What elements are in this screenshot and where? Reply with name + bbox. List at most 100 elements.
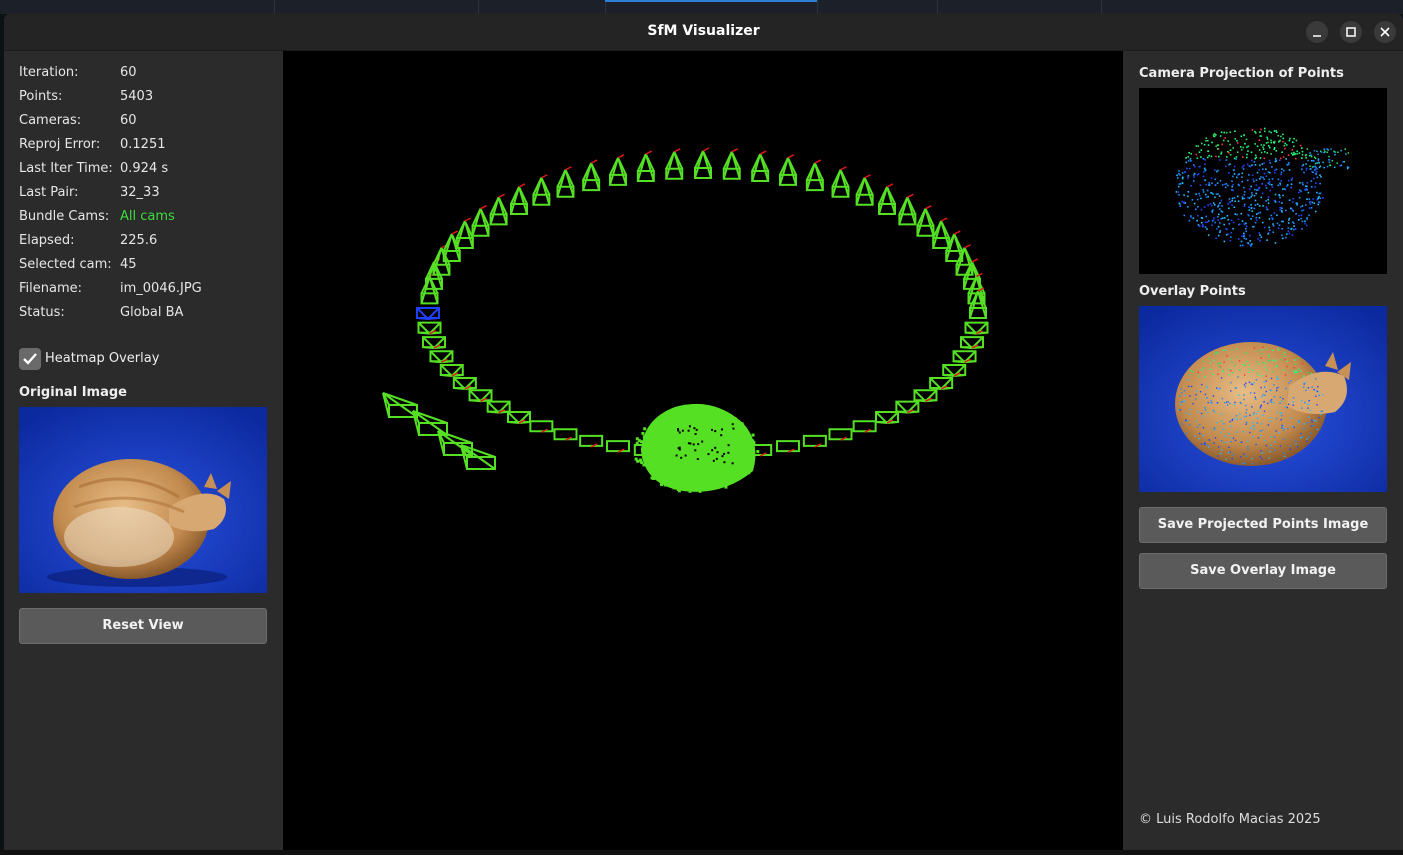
tab-divider [478, 0, 479, 14]
3d-scene [382, 147, 989, 493]
heatmap-checkbox[interactable] [19, 348, 41, 370]
stat-key: Selected cam: [19, 257, 112, 272]
close-button[interactable] [1374, 21, 1396, 43]
stat-key: Bundle Cams: [19, 209, 110, 224]
camera-frustum [382, 392, 418, 418]
camera-frustum [553, 428, 578, 441]
save-overlay-button[interactable]: Save Overlay Image [1139, 553, 1387, 589]
stat-value: 225.6 [120, 233, 158, 248]
projection-image [1139, 88, 1387, 274]
camera-frustum [437, 430, 473, 456]
close-icon [1380, 27, 1390, 37]
stat-value: 0.1251 [120, 137, 166, 152]
point-cloud [634, 403, 760, 493]
tab-divider [274, 0, 275, 14]
camera-frustum [489, 193, 508, 226]
camera-frustum [722, 148, 741, 180]
camera-frustum [878, 183, 897, 215]
check-icon [23, 353, 37, 365]
stat-key: Last Pair: [19, 185, 79, 200]
tab-divider [817, 0, 818, 14]
right-panel: Camera Projection of Points Overlay Poin… [1123, 51, 1403, 850]
camera-frustum [460, 444, 496, 470]
camera-frustum [606, 440, 631, 453]
camera-frustum [898, 193, 917, 226]
reset-view-button[interactable]: Reset View [19, 608, 267, 644]
camera-frustum [831, 166, 850, 198]
3d-viewport[interactable] [283, 51, 1123, 850]
camera-frustum [452, 377, 477, 390]
stat-value: 60 [120, 113, 137, 128]
camera-frustum [929, 377, 954, 390]
stat-key: Filename: [19, 281, 83, 296]
camera-frustum [579, 434, 604, 448]
tab-divider [605, 0, 606, 14]
camera-frustum [416, 307, 440, 320]
camera-frustum [582, 159, 601, 192]
maximize-button[interactable] [1340, 21, 1362, 43]
title-bar: SfM Visualizer [4, 13, 1403, 51]
overlay-title: Overlay Points [1139, 284, 1246, 299]
projection-title: Camera Projection of Points [1139, 66, 1344, 81]
copyright-text: © Luis Rodolfo Macias 2025 [1139, 812, 1321, 827]
stat-value: 32_33 [120, 185, 160, 200]
camera-frustum [855, 174, 874, 206]
camera-frustum [556, 166, 575, 198]
tab-divider [1101, 0, 1102, 14]
camera-frustum [665, 148, 684, 180]
camera-frustum [468, 389, 493, 403]
camera-frustum [417, 321, 442, 335]
stat-key: Elapsed: [19, 233, 75, 248]
stat-value: 45 [120, 257, 137, 272]
camera-frustum [778, 154, 797, 186]
stat-key: Status: [19, 305, 65, 320]
camera-frustum [455, 217, 474, 249]
camera-frustum [609, 154, 628, 186]
camera-frustum [532, 174, 551, 206]
camera-frustum [852, 420, 877, 433]
tab-divider [937, 0, 938, 14]
camera-frustum [636, 150, 655, 183]
background-strip [0, 850, 1403, 855]
camera-frustum [751, 150, 770, 183]
stat-key: Reproj Error: [19, 137, 101, 152]
camera-frustum [486, 400, 511, 414]
camera-frustum [916, 205, 935, 237]
background-taskbar [0, 0, 1403, 14]
active-tab-indicator [605, 0, 817, 2]
camera-frustum [828, 428, 853, 441]
camera-frustum [952, 350, 977, 364]
camera-frustum [422, 336, 447, 350]
stat-key: Last Iter Time: [19, 161, 113, 176]
camera-frustum [802, 434, 827, 448]
stat-key: Points: [19, 89, 63, 104]
save-projected-button[interactable]: Save Projected Points Image [1139, 507, 1387, 543]
camera-frustum [506, 411, 531, 425]
camera-frustum [913, 389, 938, 403]
camera-frustum [875, 411, 900, 425]
camera-frustum [932, 217, 951, 249]
stat-value: 0.924 s [120, 161, 169, 176]
left-panel: Iteration: 60 Points: 5403 Cameras: 60 Reproj … [4, 51, 283, 850]
camera-frustum [895, 400, 920, 414]
camera-frustum [775, 440, 800, 453]
camera-frustum [942, 363, 967, 377]
camera-frustum [805, 159, 824, 192]
camera-frustum [694, 147, 712, 179]
camera-frustum [959, 336, 984, 350]
stat-value: 5403 [120, 89, 154, 104]
camera-frustum [509, 183, 528, 215]
minimize-icon [1313, 35, 1321, 37]
camera-frustum [439, 363, 464, 377]
stat-value: Global BA [120, 305, 184, 320]
original-image-title: Original Image [19, 385, 127, 400]
window-title: SfM Visualizer [647, 23, 760, 39]
app-window: SfM Visualizer Iteration: 60 Points: 5403 Ca… [4, 13, 1403, 850]
stat-key: Cameras: [19, 113, 82, 128]
camera-frustum [429, 350, 454, 364]
heatmap-label[interactable]: Heatmap Overlay [45, 351, 159, 366]
camera-frustum [964, 321, 989, 335]
minimize-button[interactable] [1306, 21, 1328, 43]
overlay-image [1139, 306, 1387, 492]
stat-value: im_0046.JPG [120, 281, 202, 296]
